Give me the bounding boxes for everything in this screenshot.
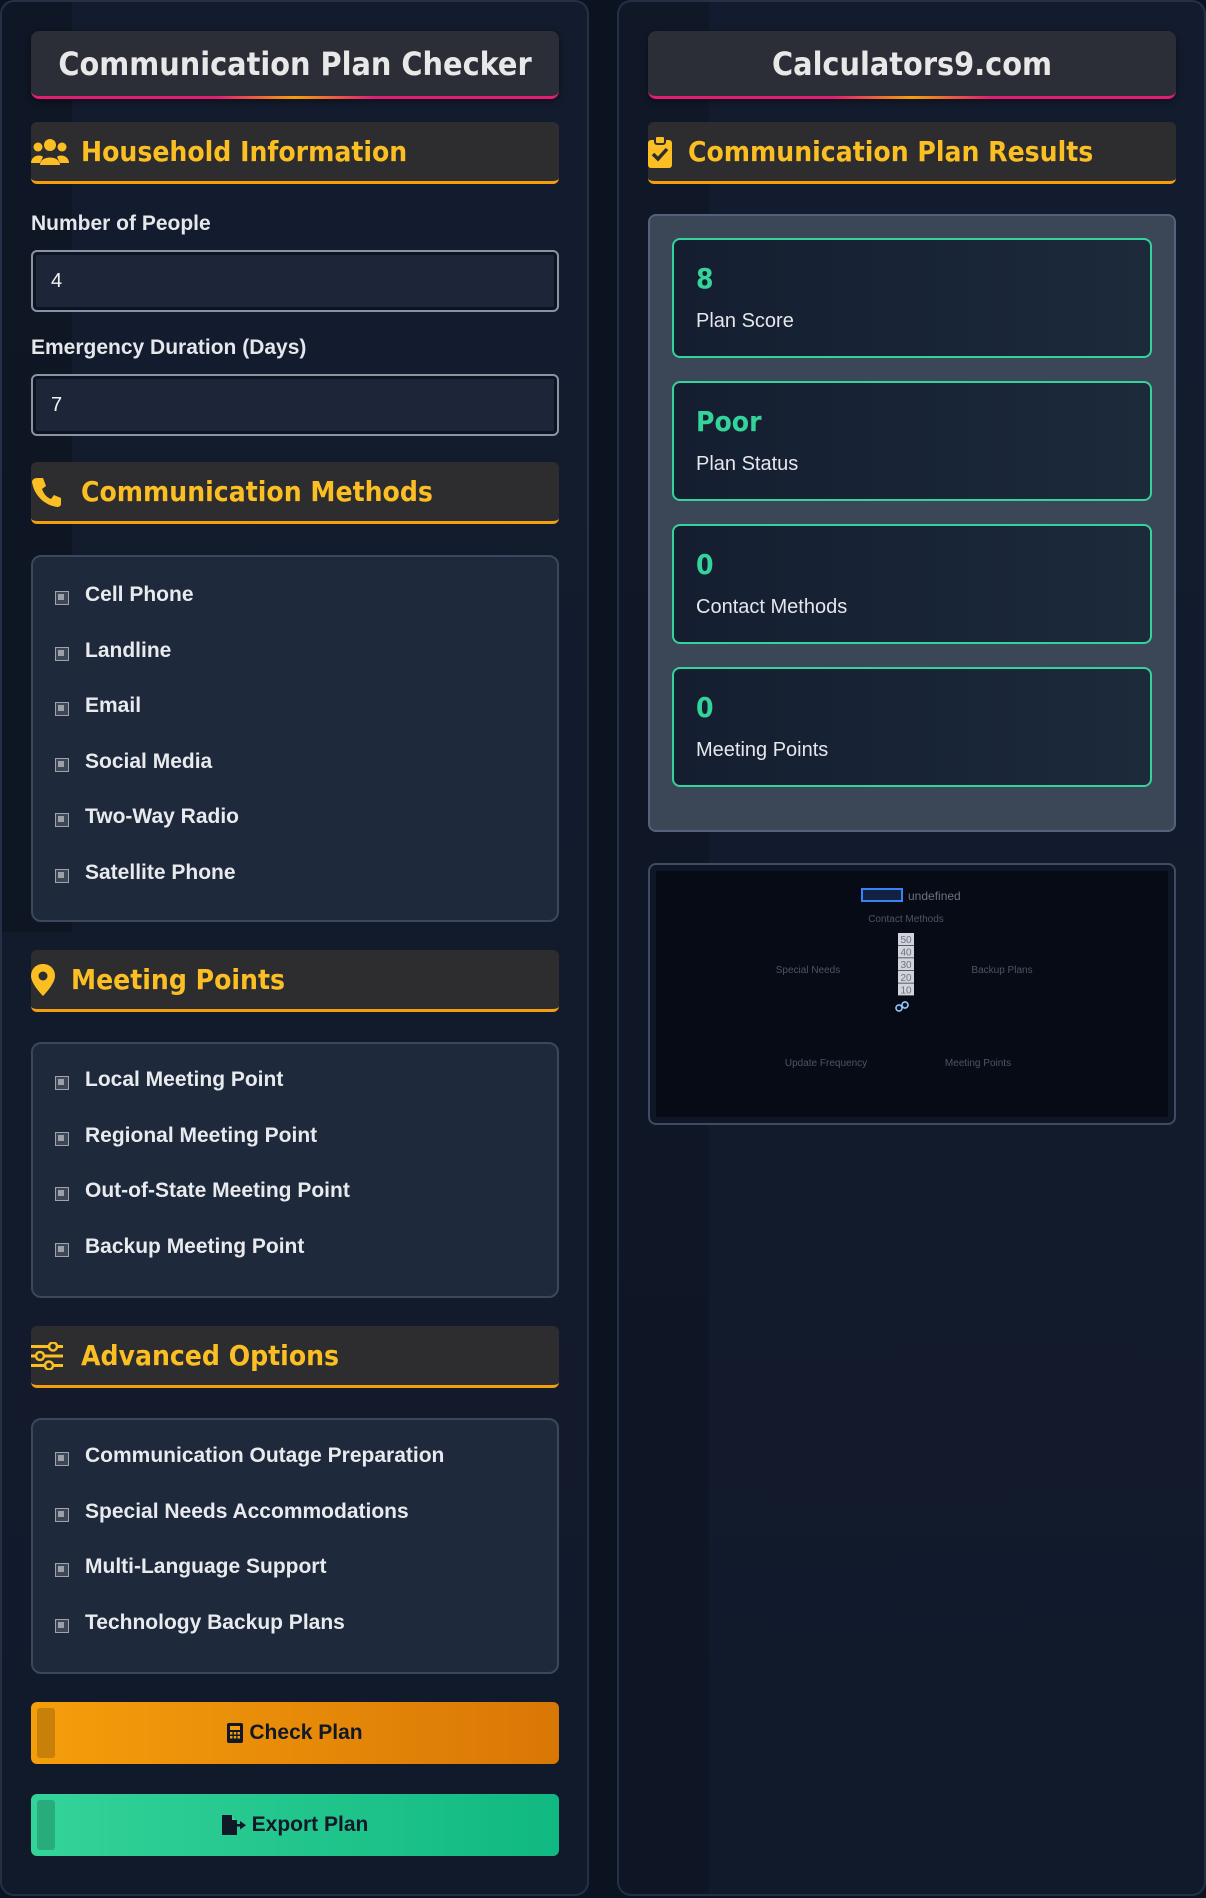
checkbox-backup-meeting[interactable]: Backup Meeting Point <box>55 1235 304 1259</box>
clipboard-check-icon <box>648 134 680 170</box>
page-title-text: Communication Plan Checker <box>58 44 532 83</box>
checkbox-out-of-state-meeting[interactable]: Out-of-State Meeting Point <box>55 1179 350 1203</box>
checkbox-special-needs[interactable]: Special Needs Accommodations <box>55 1500 409 1524</box>
checkbox-icon[interactable] <box>55 813 69 827</box>
radar-chart-container: undefined Contact Methods Backup Plans Meet… <box>648 863 1176 1125</box>
checkbox-icon[interactable] <box>55 1187 69 1201</box>
methods-heading: Communication Methods <box>81 475 433 508</box>
radar-chart: undefined Contact Methods Backup Plans Meet… <box>656 871 1168 1117</box>
household-section-header: Household Information <box>31 122 559 184</box>
calculator-icon <box>227 1723 244 1743</box>
methods-checklist: Cell Phone Landline Email Social Media T… <box>31 555 559 922</box>
plan-score-value: 8 <box>696 262 714 295</box>
plan-status-value: Poor <box>696 405 762 438</box>
checkbox-social-media[interactable]: Social Media <box>55 750 212 774</box>
checkbox-icon[interactable] <box>55 647 69 661</box>
axis-label: Contact Methods <box>868 914 944 925</box>
checkbox-icon[interactable] <box>55 591 69 605</box>
plan-status-label: Plan Status <box>696 453 799 475</box>
checkbox-icon[interactable] <box>55 758 69 772</box>
contact-methods-value: 0 <box>696 548 714 581</box>
advanced-checklist: Communication Outage Preparation Special… <box>31 1418 559 1674</box>
site-title-text: Calculators9.com <box>772 44 1052 83</box>
meeting-points-label: Meeting Points <box>696 739 829 761</box>
checkbox-icon[interactable] <box>55 1563 69 1577</box>
checkbox-icon[interactable] <box>55 702 69 716</box>
results-heading: Communication Plan Results <box>688 135 1094 168</box>
meeting-section-header: Meeting Points <box>31 950 559 1012</box>
legend-label: undefined <box>908 889 961 903</box>
people-label: Number of People <box>31 212 211 235</box>
checkbox-cell-phone[interactable]: Cell Phone <box>55 583 194 607</box>
file-export-icon <box>221 1815 246 1835</box>
tick-label: 30 <box>900 960 912 971</box>
checkbox-email[interactable]: Email <box>55 694 141 718</box>
methods-section-header: Communication Methods <box>31 462 559 524</box>
checkbox-outage-prep[interactable]: Communication Outage Preparation <box>55 1444 444 1468</box>
meeting-points-card: 0 Meeting Points <box>672 667 1152 787</box>
checkbox-icon[interactable] <box>55 1452 69 1466</box>
results-panel: Calculators9.com Communication Plan Resu… <box>617 0 1206 1896</box>
axis-label: Backup Plans <box>971 965 1032 976</box>
checkbox-icon[interactable] <box>55 1132 69 1146</box>
sliders-icon <box>31 1338 73 1374</box>
data-point <box>895 1004 903 1012</box>
data-point <box>901 1001 909 1009</box>
tick-label: 40 <box>900 948 912 959</box>
legend-swatch <box>861 888 903 902</box>
checkbox-icon[interactable] <box>55 1619 69 1633</box>
meeting-checklist: Local Meeting Point Regional Meeting Poi… <box>31 1042 559 1298</box>
checkbox-regional-meeting[interactable]: Regional Meeting Point <box>55 1124 317 1148</box>
checkbox-icon[interactable] <box>55 1243 69 1257</box>
calculator-panel: Communication Plan Checker Household Inf… <box>0 0 589 1896</box>
checkbox-landline[interactable]: Landline <box>55 639 171 663</box>
users-icon <box>31 134 73 170</box>
duration-input[interactable]: 7 <box>31 374 559 436</box>
contact-methods-card: 0 Contact Methods <box>672 524 1152 644</box>
checkbox-satellite-phone[interactable]: Satellite Phone <box>55 861 236 885</box>
axis-label: Update Frequency <box>785 1058 867 1069</box>
tick-label: 20 <box>900 973 912 984</box>
plan-status-card: Poor Plan Status <box>672 381 1152 501</box>
map-pin-icon <box>31 962 63 998</box>
checkbox-tech-backup[interactable]: Technology Backup Plans <box>55 1611 345 1635</box>
checkbox-two-way-radio[interactable]: Two-Way Radio <box>55 805 239 829</box>
meeting-heading: Meeting Points <box>71 963 286 996</box>
results-section-header: Communication Plan Results <box>648 122 1176 184</box>
checkbox-icon[interactable] <box>55 1076 69 1090</box>
advanced-section-header: Advanced Options <box>31 1326 559 1388</box>
site-title: Calculators9.com <box>648 31 1176 99</box>
axis-label: Special Needs <box>776 965 840 976</box>
phone-icon <box>31 474 73 510</box>
meeting-points-value: 0 <box>696 691 714 724</box>
results-container: 8 Plan Score Poor Plan Status 0 Contact … <box>648 214 1176 832</box>
page-title: Communication Plan Checker <box>31 31 559 99</box>
check-plan-button[interactable]: Check Plan <box>31 1702 559 1764</box>
advanced-heading: Advanced Options <box>81 1339 340 1372</box>
checkbox-local-meeting[interactable]: Local Meeting Point <box>55 1068 283 1092</box>
tick-label: 10 <box>900 985 912 996</box>
duration-label: Emergency Duration (Days) <box>31 336 307 359</box>
export-plan-button[interactable]: Export Plan <box>31 1794 559 1856</box>
people-input[interactable]: 4 <box>31 250 559 312</box>
tick-label: 50 <box>900 935 912 946</box>
plan-score-label: Plan Score <box>696 310 794 332</box>
checkbox-icon[interactable] <box>55 869 69 883</box>
plan-score-card: 8 Plan Score <box>672 238 1152 358</box>
contact-methods-label: Contact Methods <box>696 596 848 618</box>
checkbox-icon[interactable] <box>55 1508 69 1522</box>
household-heading: Household Information <box>81 135 408 168</box>
checkbox-multi-language[interactable]: Multi-Language Support <box>55 1555 326 1579</box>
axis-label: Meeting Points <box>945 1058 1011 1069</box>
